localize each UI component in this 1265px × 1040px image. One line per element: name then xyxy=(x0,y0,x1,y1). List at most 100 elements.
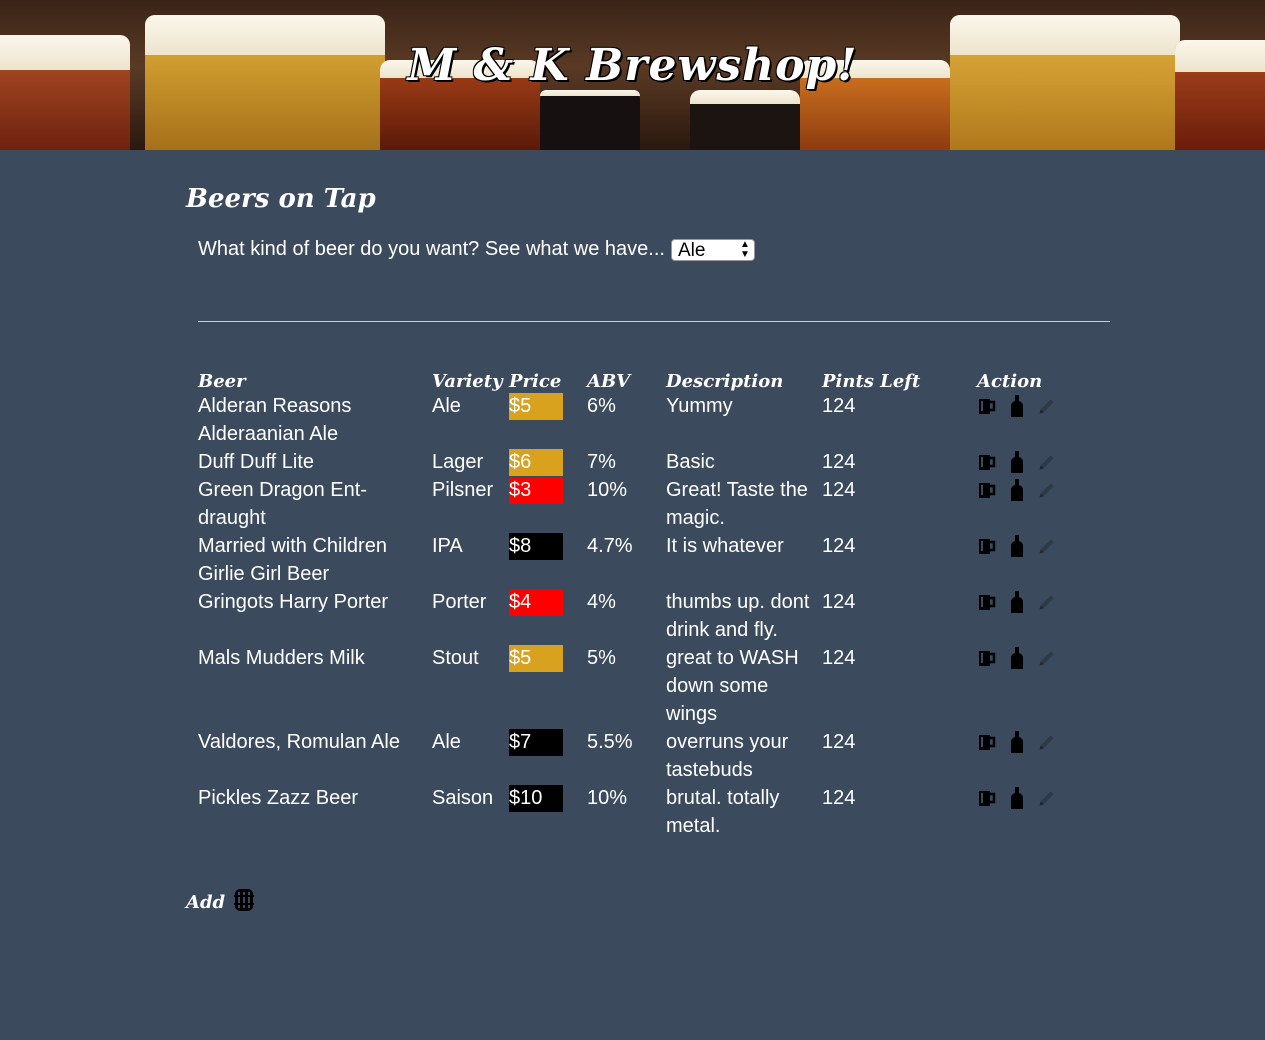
pencil-icon[interactable] xyxy=(1037,591,1057,613)
beer-filter: What kind of beer do you want? See what … xyxy=(198,238,755,261)
beer-variety: Porter xyxy=(432,591,487,613)
price-cell: $10 xyxy=(509,784,587,840)
beer-variety: Stout xyxy=(432,647,479,669)
table-row: Alderan Reasons Alderaanian Ale Ale $5 6% Yu… xyxy=(198,392,1110,448)
beer-abv: 4% xyxy=(587,591,616,613)
beer-mug-icon[interactable] xyxy=(977,591,997,613)
pencil-icon[interactable] xyxy=(1037,395,1057,417)
price-badge: $3 xyxy=(509,477,563,504)
beer-mug-icon[interactable] xyxy=(977,479,997,501)
pencil-icon[interactable] xyxy=(1037,451,1057,473)
column-header-action: Action xyxy=(977,371,1043,392)
select-arrows-icon: ▲ ▼ xyxy=(740,238,750,260)
bottle-icon[interactable] xyxy=(1007,395,1027,417)
price-cell: $5 xyxy=(509,644,587,728)
beer-mug-icon[interactable] xyxy=(977,535,997,557)
column-header-variety: Variety xyxy=(432,371,503,392)
action-cell xyxy=(977,392,1110,448)
beer-mug-icon[interactable] xyxy=(977,647,997,669)
column-header-price: Price xyxy=(509,371,562,392)
price-badge: $5 xyxy=(509,393,563,420)
beer-abv: 10% xyxy=(587,479,628,501)
header-banner: M & K Brewshop! xyxy=(0,0,1265,150)
pints-left: 124 xyxy=(822,591,856,613)
beer-abv: 6% xyxy=(587,395,616,417)
pencil-icon[interactable] xyxy=(1037,787,1057,809)
price-badge: $8 xyxy=(509,533,563,560)
beer-name: Green Dragon Ent-draught xyxy=(198,479,367,529)
price-badge: $6 xyxy=(509,449,563,476)
price-cell: $6 xyxy=(509,448,587,476)
beer-abv: 4.7% xyxy=(587,535,633,557)
beer-abv: 5% xyxy=(587,647,616,669)
beer-abv: 7% xyxy=(587,451,616,473)
beer-abv: 10% xyxy=(587,787,628,809)
bottle-icon[interactable] xyxy=(1007,787,1027,809)
bottle-icon[interactable] xyxy=(1007,731,1027,753)
beer-description: Basic xyxy=(666,451,715,473)
glass-image xyxy=(540,90,640,150)
beer-description: brutal. totally metal. xyxy=(666,787,780,837)
beer-mug-icon[interactable] xyxy=(977,731,997,753)
bottle-icon[interactable] xyxy=(1007,479,1027,501)
beer-name: Gringots Harry Porter xyxy=(198,591,389,613)
beer-name: Duff Duff Lite xyxy=(198,451,314,473)
action-cell xyxy=(977,588,1110,644)
table-row: Green Dragon Ent-draught Pilsner $3 10% Grea… xyxy=(198,476,1110,532)
column-header-beer: Beer xyxy=(198,371,246,392)
beer-variety: Pilsner xyxy=(432,479,494,501)
column-header-abv: ABV xyxy=(587,371,631,392)
pencil-icon[interactable] xyxy=(1037,647,1057,669)
pints-left: 124 xyxy=(822,647,856,669)
filter-prompt: What kind of beer do you want? See what … xyxy=(198,238,665,260)
pints-left: 124 xyxy=(822,395,856,417)
pints-left: 124 xyxy=(822,451,856,473)
beer-name: Alderan Reasons Alderaanian Ale xyxy=(198,395,352,445)
price-badge: $7 xyxy=(509,729,563,756)
action-cell xyxy=(977,728,1110,784)
beer-description: It is whatever xyxy=(666,535,784,557)
pencil-icon[interactable] xyxy=(1037,479,1057,501)
pencil-icon[interactable] xyxy=(1037,731,1057,753)
add-beer-button[interactable]: Add xyxy=(186,888,255,916)
beer-variety: Ale xyxy=(432,731,461,753)
beer-description: overruns your tastebuds xyxy=(666,731,789,781)
beer-variety: IPA xyxy=(432,535,463,557)
action-cell xyxy=(977,532,1110,588)
action-cell xyxy=(977,476,1110,532)
table-row: Mals Mudders Milk Stout $5 5% great to WASH … xyxy=(198,644,1110,728)
bottle-icon[interactable] xyxy=(1007,591,1027,613)
table-body: Alderan Reasons Alderaanian Ale Ale $5 6% Yu… xyxy=(198,392,1110,840)
price-cell: $3 xyxy=(509,476,587,532)
select-value: Ale xyxy=(677,239,706,261)
pencil-icon[interactable] xyxy=(1037,535,1057,557)
bottle-icon[interactable] xyxy=(1007,535,1027,557)
pints-left: 124 xyxy=(822,479,856,501)
glass-image xyxy=(690,90,800,150)
beer-mug-icon[interactable] xyxy=(977,451,997,473)
site-title: M & K Brewshop! xyxy=(407,40,858,91)
table-row: Gringots Harry Porter Porter $4 4% thumbs up… xyxy=(198,588,1110,644)
beer-description: Great! Taste the magic. xyxy=(666,479,808,529)
table-header-row: Beer Variety Price ABV Description Pints… xyxy=(198,364,1110,392)
bottle-icon[interactable] xyxy=(1007,647,1027,669)
barrel-icon xyxy=(233,888,255,916)
price-cell: $4 xyxy=(509,588,587,644)
bottle-icon[interactable] xyxy=(1007,451,1027,473)
divider xyxy=(198,321,1110,322)
beer-type-select[interactable]: Ale ▲ ▼ xyxy=(670,238,755,261)
price-badge: $10 xyxy=(509,785,563,812)
table-row: Duff Duff Lite Lager $6 7% Basic 124 xyxy=(198,448,1110,476)
beer-name: Pickles Zazz Beer xyxy=(198,787,359,809)
beer-mug-icon[interactable] xyxy=(977,787,997,809)
add-label: Add xyxy=(186,891,226,913)
beer-abv: 5.5% xyxy=(587,731,633,753)
price-badge: $4 xyxy=(509,589,563,616)
beer-description: thumbs up. dont drink and fly. xyxy=(666,591,810,641)
beer-description: great to WASH down some wings xyxy=(666,647,799,725)
table-row: Valdores, Romulan Ale Ale $7 5.5% overruns y… xyxy=(198,728,1110,784)
pints-left: 124 xyxy=(822,535,856,557)
pints-left: 124 xyxy=(822,787,856,809)
action-cell xyxy=(977,784,1110,840)
beer-mug-icon[interactable] xyxy=(977,395,997,417)
